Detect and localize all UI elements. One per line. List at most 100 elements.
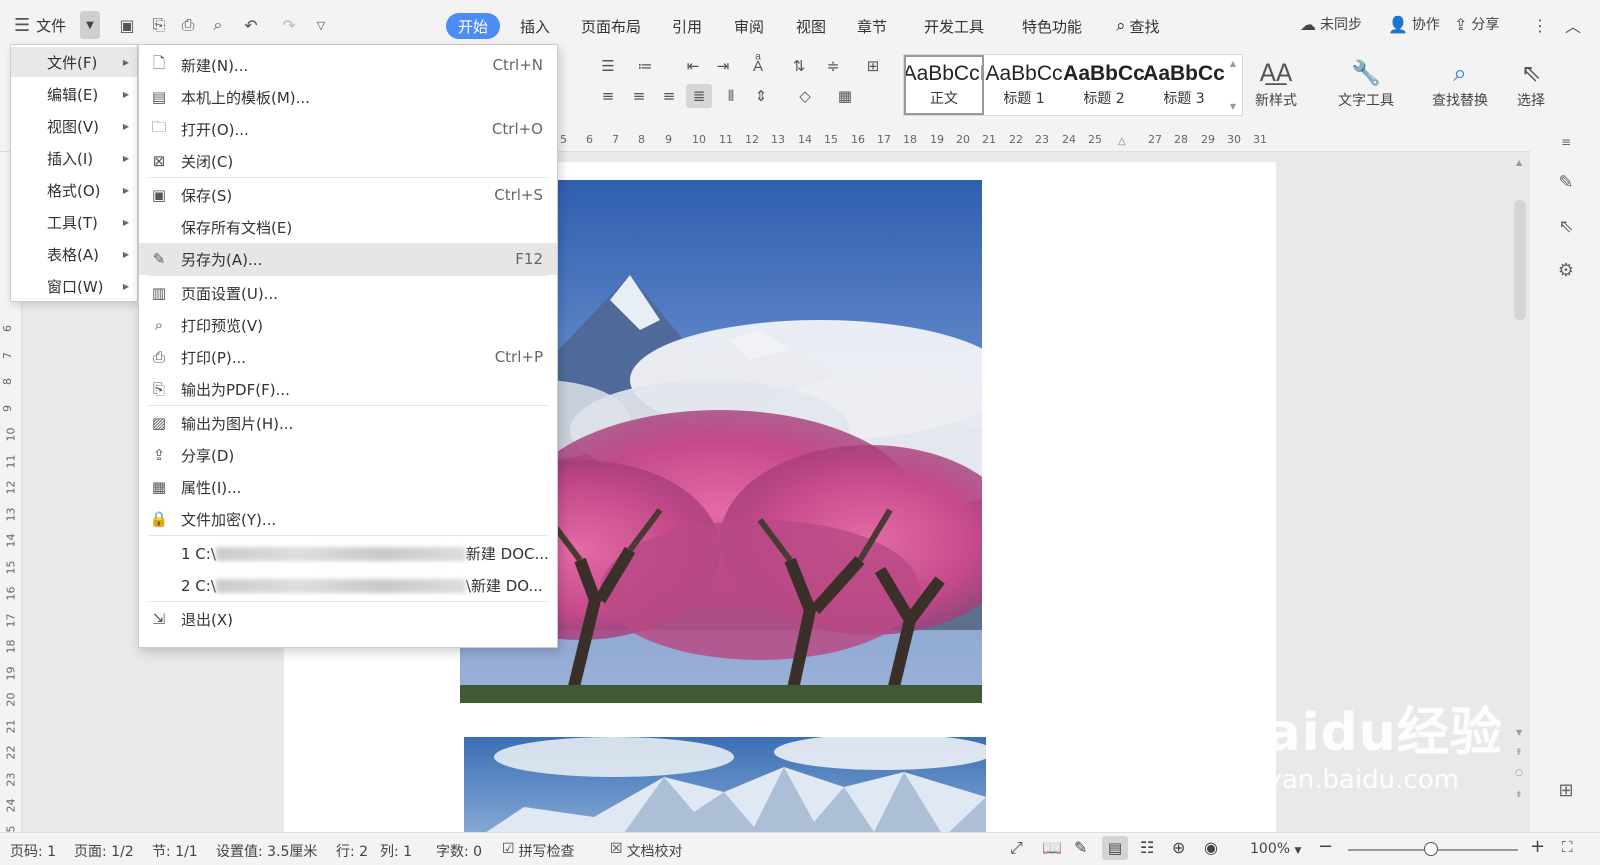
collaborate-button[interactable]: 👤 协作 [1388,14,1440,34]
menu-item[interactable]: 文件(F) ▶ [11,47,137,77]
vertical-scrollbar[interactable]: ▲ ▼ ⇞ ○ ⇟ [1512,150,1528,830]
page-view-icon[interactable]: ▤ [1102,836,1128,860]
menu-item[interactable]: 表格(A) ▶ [11,239,137,269]
next-page-icon[interactable]: ⇟ [1515,790,1523,800]
scroll-down-icon[interactable]: ▼ [1516,728,1522,737]
customize-toolbar-icon[interactable]: ▽ [308,12,334,38]
exit-item[interactable]: ⇲ 退出(X) [139,603,557,635]
eye-protect-icon[interactable]: ◉ [1204,838,1218,857]
submenu-item[interactable]: 🗋 新建(N)... Ctrl+N [139,49,557,81]
text-size-icon[interactable]: Aͣ [745,54,771,78]
tab-references[interactable]: 引用 [672,13,702,39]
prev-page-icon[interactable]: ⇞ [1515,748,1523,758]
border-icon[interactable]: ⊞ [860,54,886,78]
setting-value[interactable]: 设置值: 3.5厘米 [216,841,317,861]
style-normal[interactable]: AaBbCcI 正文 [904,55,984,115]
submenu-item[interactable]: ▥ 页面设置(U)... [139,277,557,309]
section-count[interactable]: 节: 1/1 [152,841,198,861]
save-icon[interactable]: ▣ [114,12,140,38]
table-border-icon[interactable]: ▦ [832,84,858,108]
submenu-item[interactable]: 🔒 文件加密(Y)... [139,503,557,535]
distribute-icon[interactable]: ⫴ [718,84,744,108]
style-heading-1[interactable]: AaBbCc 标题 1 [984,55,1064,115]
menu-dropdown-button[interactable]: ▼ [80,11,100,39]
justify-icon[interactable]: ≣ [686,84,712,108]
print-preview-icon[interactable]: ⌕ [205,12,231,38]
decrease-indent-icon[interactable]: ⇤ [680,54,706,78]
recent-file-item[interactable]: 1 C:\ 新建 DOC... [139,537,557,569]
menu-item[interactable]: 窗口(W) ▶ [11,271,137,301]
scroll-up-icon[interactable]: ▲ [1516,158,1522,167]
scrollbar-thumb[interactable] [1514,200,1526,320]
pen-edit-icon[interactable]: ✎ [1552,168,1580,196]
menu-item[interactable]: 格式(O) ▶ [11,175,137,205]
tab-view[interactable]: 视图 [796,13,826,39]
outline-view-icon[interactable]: ☷ [1140,838,1154,857]
align-center-icon[interactable]: ≡ [626,84,652,108]
bullet-list-icon[interactable]: ☰ [595,54,621,78]
text-tools-button[interactable]: 🔧 文字工具 [1338,56,1394,110]
browse-object-icon[interactable]: ○ [1515,768,1523,778]
submenu-item[interactable]: ⊠ 关闭(C) [139,145,557,177]
web-view-icon[interactable]: ⊕ [1172,838,1185,857]
submenu-item[interactable]: ⌕ 打印预览(V) [139,309,557,341]
zoom-in-icon[interactable]: + [1530,836,1545,857]
redo-icon[interactable]: ↷ [276,12,302,38]
menu-item[interactable]: 工具(T) ▶ [11,207,137,237]
pointer-icon[interactable]: ⇖ [1552,212,1580,240]
settings-sliders-icon[interactable]: ⚙ [1552,256,1580,284]
share-button[interactable]: ⇪ 分享 [1454,14,1499,34]
reading-mode-icon[interactable]: 📖 [1042,838,1062,857]
style-heading-3[interactable]: AaBbCc 标题 3 [1144,55,1224,115]
style-heading-2[interactable]: AaBbCc 标题 2 [1064,55,1144,115]
submenu-item[interactable]: ⇪ 分享(D) [139,439,557,471]
tab-insert[interactable]: 插入 [520,13,550,39]
align-left-icon[interactable]: ≡ [595,84,621,108]
tab-page-layout[interactable]: 页面布局 [581,13,641,39]
fullscreen-icon[interactable]: ⤢ [1010,838,1023,858]
align-right-icon[interactable]: ≡ [656,84,682,108]
submenu-item[interactable]: ▤ 本机上的模板(M)... [139,81,557,113]
format-painter-icon[interactable]: ⎘ [146,12,172,38]
more-options-icon[interactable]: ⋮ [1527,12,1553,38]
sync-status-button[interactable]: ☁ 未同步 [1300,14,1362,34]
menu-item[interactable]: 编辑(E) ▶ [11,79,137,109]
shading-icon[interactable]: ◇ [792,84,818,108]
row-position[interactable]: 行: 2 [336,841,368,861]
submenu-item[interactable]: ▦ 属性(I)... [139,471,557,503]
select-button[interactable]: ⇖ 选择 [1517,56,1545,110]
find-replace-button[interactable]: ⌕ 查找替换 [1432,56,1488,110]
menu-item[interactable]: 插入(I) ▶ [11,143,137,173]
line-spacing-icon[interactable]: ≑ [820,54,846,78]
search-button[interactable]: ⌕ 查找 [1116,13,1160,39]
fit-window-icon[interactable]: ⛶ [1562,838,1573,856]
tab-home[interactable]: 开始 [446,13,501,39]
zoom-level[interactable]: 100% ▼ [1250,841,1301,857]
tab-special-features[interactable]: 特色功能 [1022,13,1082,39]
panel-menu-icon[interactable]: ≡ [1552,128,1580,156]
submenu-item[interactable]: ⎙ 打印(P)... Ctrl+P [139,341,557,373]
submenu-item[interactable]: 保存所有文档(E) [139,211,557,243]
increase-indent-icon[interactable]: ⇥ [710,54,736,78]
sort-icon[interactable]: ⇅ [786,54,812,78]
submenu-item[interactable]: ▣ 保存(S) Ctrl+S [139,179,557,211]
zoom-out-icon[interactable]: − [1318,836,1333,857]
zoom-slider-handle[interactable] [1424,842,1438,856]
undo-icon[interactable]: ↶ [238,12,264,38]
tab-chapter[interactable]: 章节 [857,13,887,39]
styles-scroll[interactable]: ▲ ▼ [1224,55,1242,115]
collapse-ribbon-icon[interactable]: ︿ [1560,12,1586,38]
numbered-list-icon[interactable]: ≔ [632,54,658,78]
spell-check-button[interactable]: ☑ 拼写检查 [502,841,575,861]
tab-developer[interactable]: 开发工具 [924,13,984,39]
page-count[interactable]: 页面: 1/2 [74,841,134,861]
submenu-item[interactable]: 🗀 打开(O)... Ctrl+O [139,113,557,145]
tab-review[interactable]: 审阅 [734,13,764,39]
submenu-item[interactable]: ✎ 另存为(A)... F12 [139,243,557,275]
new-style-button[interactable]: A͟A 新样式 [1255,56,1297,110]
column-position[interactable]: 列: 1 [380,841,412,861]
apps-grid-icon[interactable]: ⊞ [1552,776,1580,804]
page-code[interactable]: 页码: 1 [10,841,56,861]
edit-mode-icon[interactable]: ✎ [1074,838,1087,857]
doc-proof-button[interactable]: ☒ 文档校对 [610,841,683,861]
